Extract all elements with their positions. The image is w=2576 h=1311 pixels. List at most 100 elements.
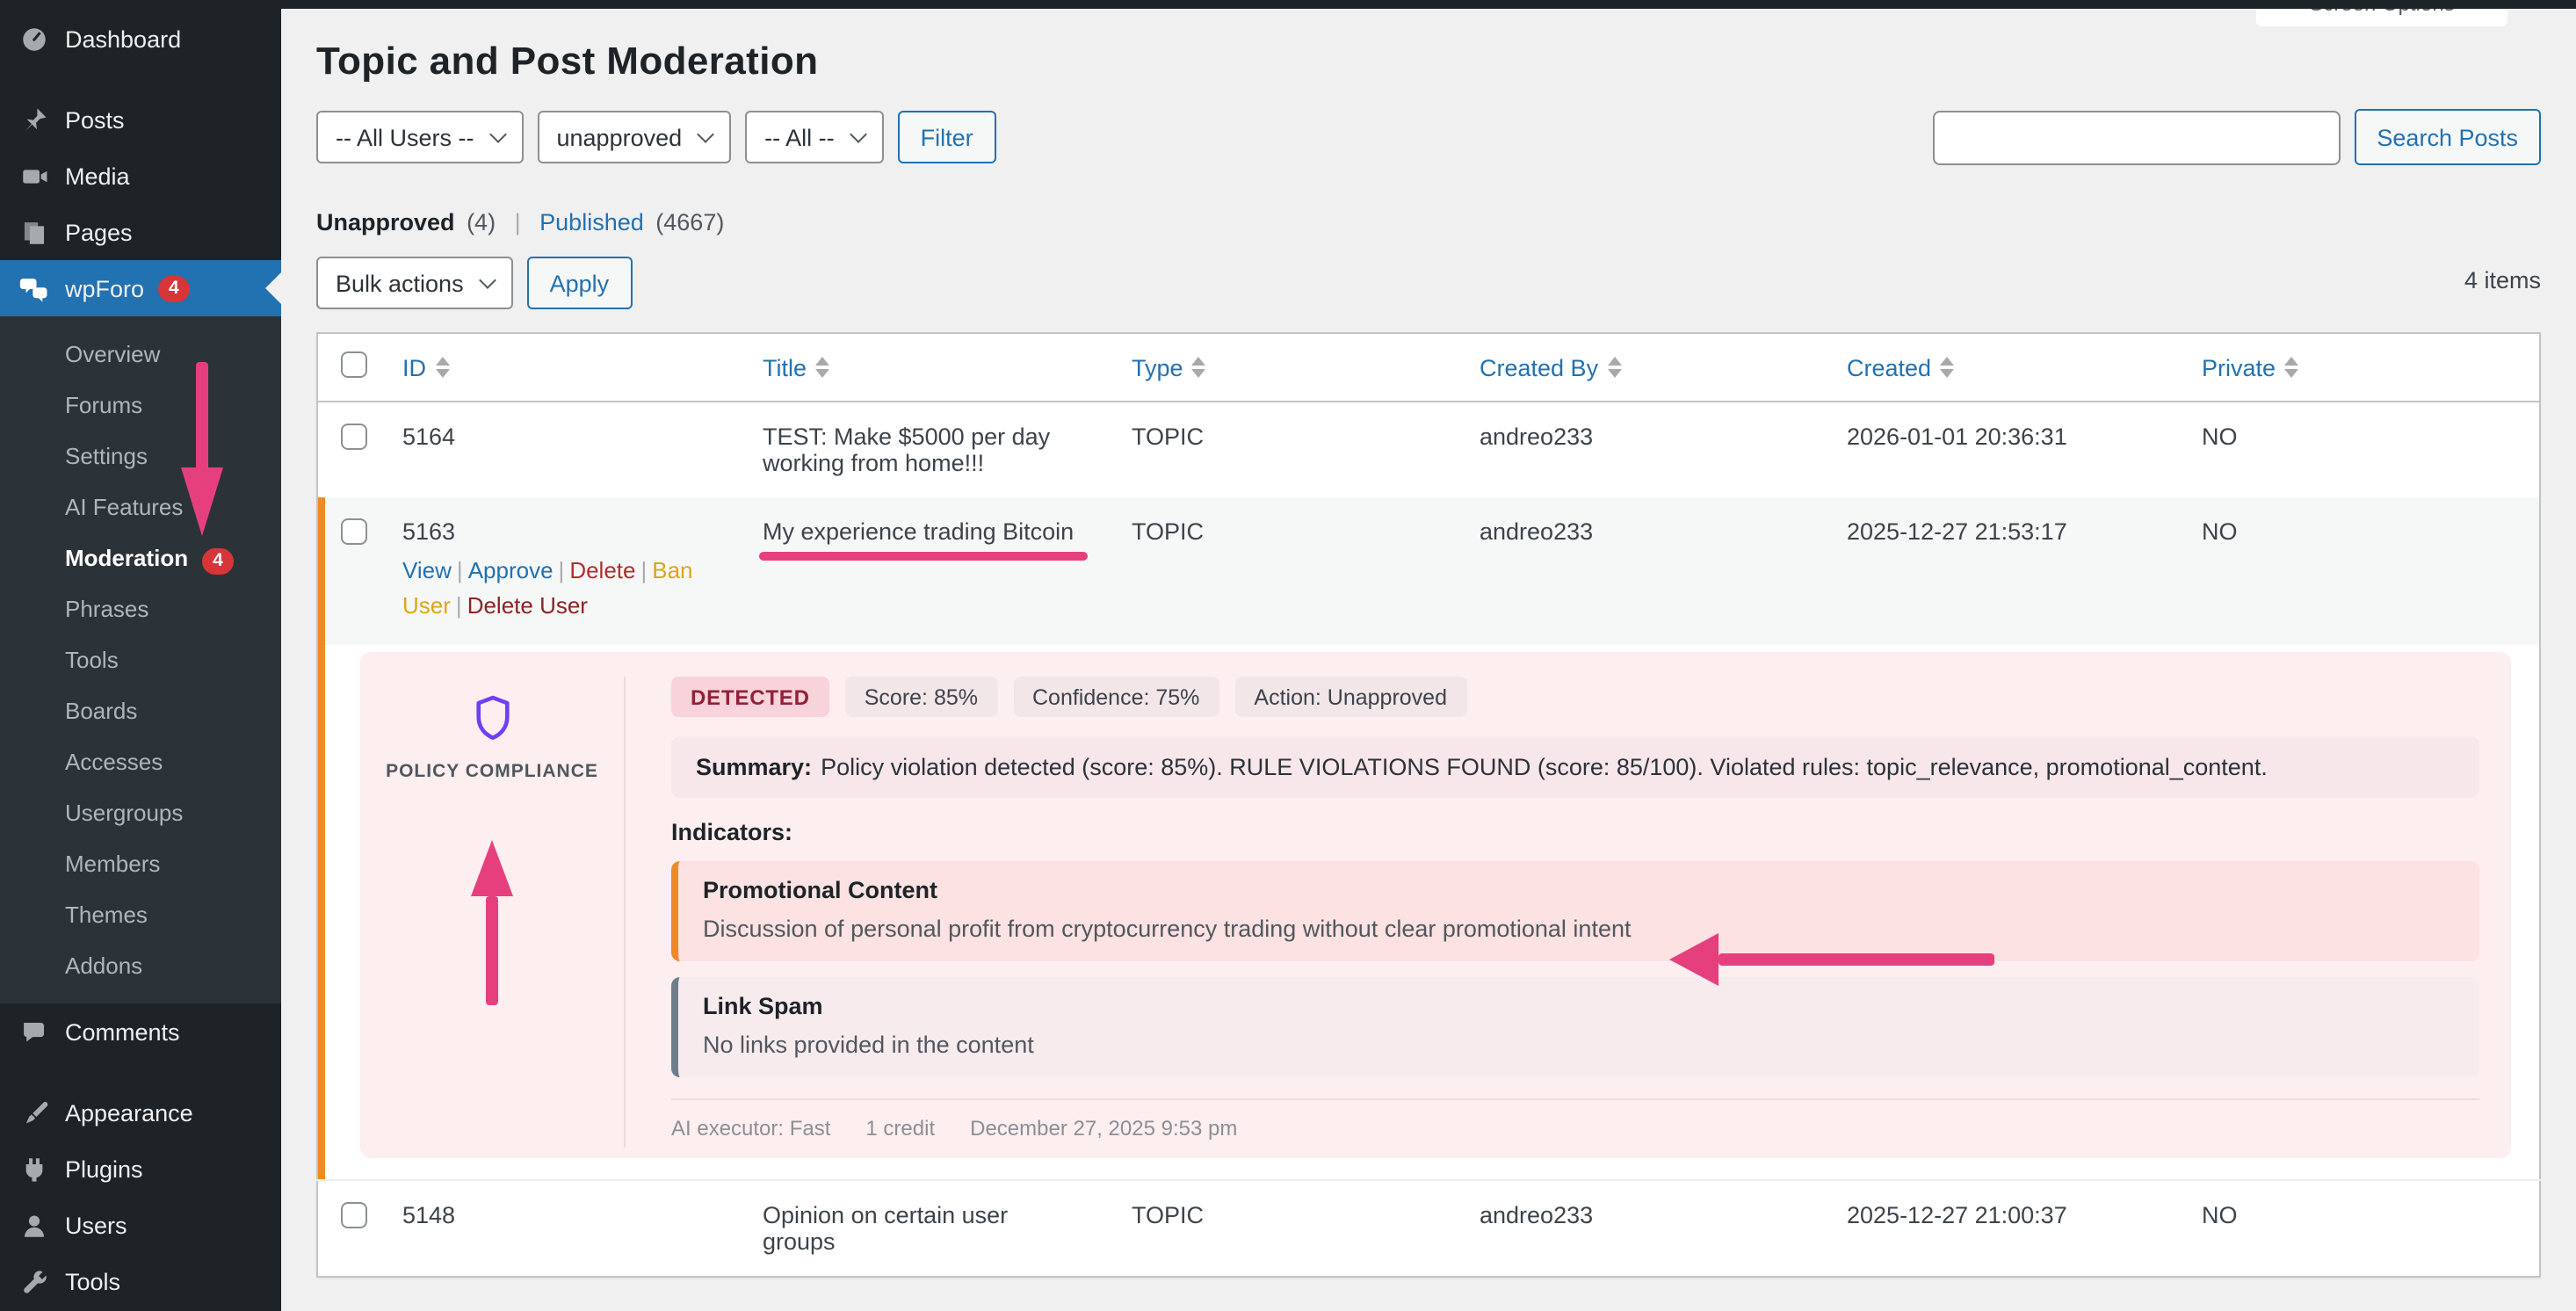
chevron-down-icon xyxy=(479,271,496,288)
table-header-row: ID Title Type Created By Created Private xyxy=(317,333,2540,402)
camera-icon xyxy=(18,160,49,192)
sidebar-item-label: Plugins xyxy=(65,1155,143,1182)
cell-type: TOPIC xyxy=(1114,497,1462,646)
submenu-item-addons[interactable]: Addons xyxy=(0,940,281,991)
wrench-icon xyxy=(18,1265,49,1297)
apply-button[interactable]: Apply xyxy=(527,257,633,309)
sort-header-id[interactable]: ID xyxy=(402,354,449,380)
admin-sidebar: Dashboard Posts Media Pages wpForo xyxy=(0,0,281,1311)
submenu-item-moderation[interactable]: Moderation4 xyxy=(0,532,281,583)
submenu-item-forums[interactable]: Forums xyxy=(0,380,281,431)
submenu-item-usergroups[interactable]: Usergroups xyxy=(0,787,281,838)
moderation-count-badge: 4 xyxy=(202,548,234,575)
panel-label: POLICY COMPLIANCE xyxy=(386,762,598,783)
row-checkbox[interactable] xyxy=(341,1203,367,1229)
cell-private: NO xyxy=(2184,1181,2540,1278)
type-filter-select[interactable]: -- All -- xyxy=(745,111,884,163)
panel-left-column: POLICY COMPLIANCE xyxy=(360,677,624,1148)
submenu-item-phrases[interactable]: Phrases xyxy=(0,583,281,634)
sidebar-item-label: Posts xyxy=(65,106,125,133)
plug-icon xyxy=(18,1153,49,1184)
view-link[interactable]: View xyxy=(402,557,452,583)
sidebar-item-users[interactable]: Users xyxy=(0,1197,281,1253)
submenu-item-ai-features[interactable]: AI Features xyxy=(0,482,281,532)
chevron-down-icon xyxy=(697,125,714,142)
indicator-promotional-content: Promotional Content Discussion of person… xyxy=(671,862,2479,962)
summary-text: Policy violation detected (score: 85%). … xyxy=(821,755,2268,781)
submenu-item-boards[interactable]: Boards xyxy=(0,685,281,736)
sort-icon xyxy=(815,357,829,378)
view-published-count: (4667) xyxy=(655,209,724,235)
search-input[interactable] xyxy=(1932,110,2340,164)
search-area: Search Posts xyxy=(1932,109,2541,165)
cell-title: Opinion on certain user groups xyxy=(763,1203,1075,1256)
submenu-item-settings[interactable]: Settings xyxy=(0,431,281,482)
submenu-item-tools[interactable]: Tools xyxy=(0,634,281,685)
status-filter-select[interactable]: unapproved xyxy=(538,111,732,163)
summary-box: Summary:Policy violation detected (score… xyxy=(671,737,2479,799)
wpforo-submenu: Overview Forums Settings AI Features Mod… xyxy=(0,316,281,1003)
filter-button[interactable]: Filter xyxy=(898,111,996,163)
table-row: 5164 TEST: Make $5000 per day working fr… xyxy=(317,402,2540,497)
cell-created-by: andreo233 xyxy=(1462,497,1829,646)
brush-icon xyxy=(18,1097,49,1128)
view-switcher: Unapproved (4) | Published (4667) xyxy=(316,209,2541,235)
submenu-item-members[interactable]: Members xyxy=(0,838,281,889)
delete-user-link[interactable]: Delete User xyxy=(467,592,588,619)
submenu-item-themes[interactable]: Themes xyxy=(0,889,281,940)
cell-title-annotated: My experience trading Bitcoin xyxy=(763,518,1074,545)
submenu-item-accesses[interactable]: Accesses xyxy=(0,736,281,787)
score-badge: Score: 85% xyxy=(845,677,997,718)
sidebar-item-wpforo[interactable]: wpForo 4 xyxy=(0,260,281,316)
ai-executor: AI executor: Fast xyxy=(671,1117,830,1141)
sidebar-item-media[interactable]: Media xyxy=(0,148,281,204)
sidebar-item-dashboard[interactable]: Dashboard xyxy=(0,11,281,67)
sidebar-item-label: Media xyxy=(65,163,130,189)
cell-type: TOPIC xyxy=(1114,1181,1462,1278)
view-unapproved-count: (4) xyxy=(467,209,496,235)
cell-title: TEST: Make $5000 per day working from ho… xyxy=(763,424,1075,476)
main-content: Topic and Post Moderation -- All Users -… xyxy=(281,0,2576,1311)
indicators-label: Indicators: xyxy=(671,820,2479,846)
panel-body: DETECTED Score: 85% Confidence: 75% Acti… xyxy=(626,677,2479,1148)
approve-link[interactable]: Approve xyxy=(468,557,554,583)
cell-private: NO xyxy=(2184,497,2540,646)
cell-created: 2026-01-01 20:36:31 xyxy=(1829,402,2184,497)
sidebar-item-plugins[interactable]: Plugins xyxy=(0,1141,281,1197)
sort-header-created[interactable]: Created xyxy=(1847,354,1954,380)
sort-header-type[interactable]: Type xyxy=(1132,354,1206,380)
wpforo-count-badge: 4 xyxy=(158,275,190,301)
delete-link[interactable]: Delete xyxy=(569,557,635,583)
row-checkbox[interactable] xyxy=(341,518,367,545)
table-row: 5148 Opinion on certain user groups TOPI… xyxy=(317,1181,2540,1278)
bulk-actions-select[interactable]: Bulk actions xyxy=(316,257,513,309)
submenu-item-overview[interactable]: Overview xyxy=(0,329,281,380)
select-all-checkbox[interactable] xyxy=(341,351,367,378)
sidebar-item-label: Appearance xyxy=(65,1099,193,1126)
cell-created-by: andreo233 xyxy=(1462,1181,1829,1278)
sort-header-created-by[interactable]: Created By xyxy=(1480,354,1621,380)
sort-header-title[interactable]: Title xyxy=(763,354,829,380)
sort-header-private[interactable]: Private xyxy=(2202,354,2298,380)
sidebar-item-comments[interactable]: Comments xyxy=(0,1003,281,1060)
sidebar-item-label: Dashboard xyxy=(65,25,181,52)
user-icon xyxy=(18,1209,49,1241)
sidebar-item-appearance[interactable]: Appearance xyxy=(0,1084,281,1141)
sidebar-item-label: Pages xyxy=(65,219,133,245)
user-filter-select[interactable]: -- All Users -- xyxy=(316,111,524,163)
indicator-title: Promotional Content xyxy=(703,878,2455,904)
menu-separator xyxy=(0,67,281,91)
view-unapproved[interactable]: Unapproved xyxy=(316,209,455,235)
action-badge: Action: Unapproved xyxy=(1234,677,1466,718)
indicator-description: Discussion of personal profit from crypt… xyxy=(703,916,2455,943)
cell-id: 5148 xyxy=(385,1181,745,1278)
search-posts-button[interactable]: Search Posts xyxy=(2354,109,2541,165)
cell-private: NO xyxy=(2184,402,2540,497)
view-published[interactable]: Published xyxy=(539,209,644,235)
sort-icon xyxy=(435,357,449,378)
sidebar-item-tools[interactable]: Tools xyxy=(0,1253,281,1309)
row-actions: View|Approve|Delete|Ban User|Delete User xyxy=(402,554,719,625)
row-checkbox[interactable] xyxy=(341,424,367,450)
sidebar-item-pages[interactable]: Pages xyxy=(0,204,281,260)
sidebar-item-posts[interactable]: Posts xyxy=(0,91,281,148)
